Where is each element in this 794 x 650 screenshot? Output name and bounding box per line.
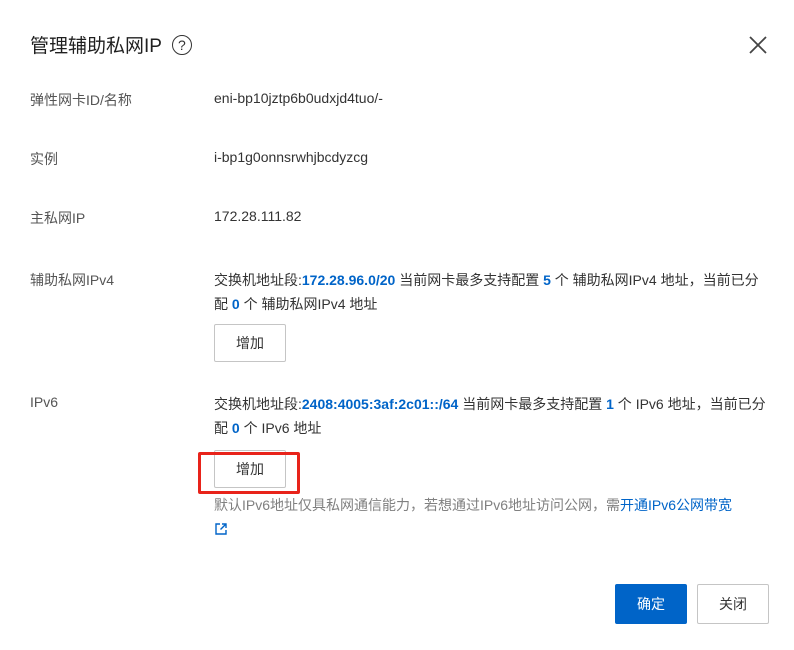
ipv6-text1: 当前网卡最多支持配置: [458, 396, 607, 412]
dialog-title: 管理辅助私网IP ?: [30, 31, 192, 58]
ipv6-note-text: 默认IPv6地址仅具私网通信能力，若想通过IPv6地址访问公网，需: [214, 497, 621, 513]
ipv6-switch-prefix: 交换机地址段:: [214, 396, 302, 412]
close-button[interactable]: 关闭: [697, 584, 769, 624]
ipv4-switch-cidr: 172.28.96.0/20: [301, 272, 396, 288]
primary-ip-label: 主私网IP: [30, 210, 86, 226]
ipv4-switch-prefix: 交换机地址段:: [214, 272, 302, 288]
ipv4-text3: 个 辅助私网IPv4 地址: [239, 296, 378, 312]
ipv4-max-count: 5: [543, 272, 551, 288]
ipv6-label: IPv6: [30, 394, 59, 410]
ipv4-text1: 当前网卡最多支持配置: [395, 272, 544, 288]
highlight-box: [198, 452, 300, 494]
ipv4-description: 交换机地址段:172.28.96.0/20 当前网卡最多支持配置 5 个 辅助私…: [214, 268, 770, 316]
ipv6-bandwidth-link[interactable]: 开通IPv6公网带宽: [620, 497, 732, 513]
ipv4-label: 辅助私网IPv4: [30, 272, 115, 288]
ipv4-add-button[interactable]: 增加: [214, 324, 286, 362]
ipv6-assigned-count: 0: [231, 420, 240, 436]
eni-label: 弹性网卡ID/名称: [30, 92, 132, 108]
close-icon[interactable]: [746, 33, 770, 57]
ipv6-note: 默认IPv6地址仅具私网通信能力，若想通过IPv6地址访问公网，需开通IPv6公…: [214, 494, 770, 538]
dialog-title-text: 管理辅助私网IP: [30, 36, 162, 57]
ipv6-max-count: 1: [606, 396, 614, 412]
ipv4-assigned-count: 0: [231, 296, 240, 312]
eni-value: eni-bp10jztp6b0udxjd4tuo/-: [214, 90, 383, 106]
primary-ip-value: 172.28.111.82: [214, 208, 302, 224]
instance-value: i-bp1g0onnsrwhjbcdyzcg: [214, 149, 369, 165]
external-link-icon[interactable]: [214, 522, 228, 536]
ipv6-text3: 个 IPv6 地址: [239, 420, 322, 436]
ipv6-switch-cidr: 2408:4005:3af:2c01::/64: [301, 396, 459, 412]
confirm-button[interactable]: 确定: [615, 584, 687, 624]
help-icon[interactable]: ?: [171, 34, 192, 55]
instance-label: 实例: [30, 151, 58, 167]
manage-secondary-ip-dialog: 管理辅助私网IP ? 弹性网卡ID/名称 eni-bp10jztp6b0udxj…: [0, 0, 794, 650]
ipv6-description: 交换机地址段:2408:4005:3af:2c01::/64 当前网卡最多支持配…: [214, 392, 770, 440]
